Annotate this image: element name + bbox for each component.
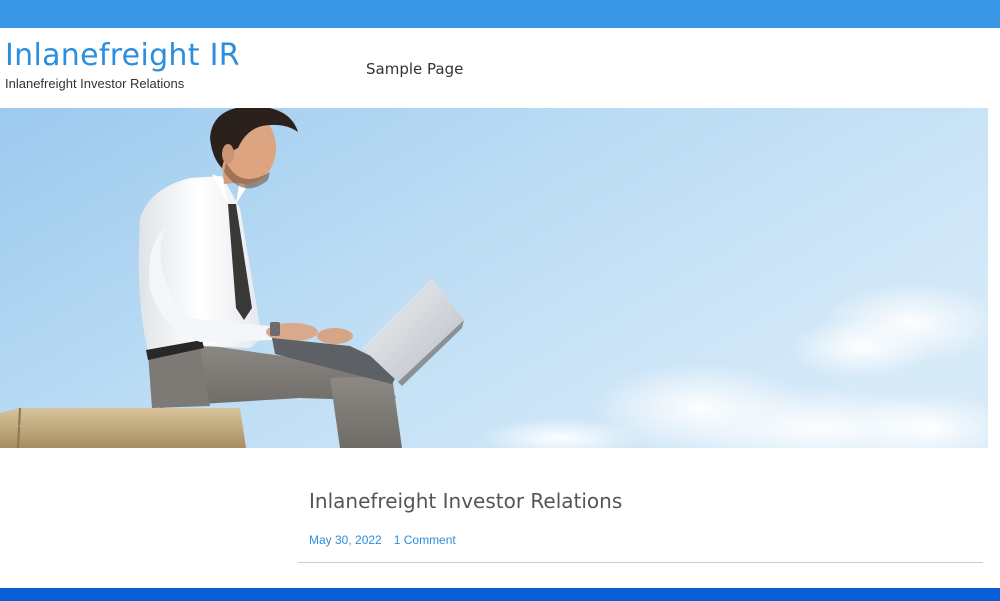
top-bar [0, 0, 1000, 28]
post-title: Inlanefreight Investor Relations [309, 489, 623, 513]
post: Inlanefreight Investor Relations May 30,… [298, 448, 983, 563]
site-tagline: Inlanefreight Investor Relations [5, 76, 185, 91]
post-date-link[interactable]: May 30, 2022 [309, 533, 382, 547]
site-header: Inlanefreight IR Inlanefreight Investor … [0, 28, 1000, 108]
bottom-bar [0, 588, 1000, 601]
primary-nav: Sample Page [366, 59, 463, 78]
hero-photo [0, 108, 988, 448]
hero-image [0, 108, 988, 448]
nav-item-sample-page[interactable]: Sample Page [366, 60, 463, 78]
post-meta: May 30, 2022 1 Comment [309, 533, 456, 547]
site-title[interactable]: Inlanefreight IR [5, 38, 240, 73]
post-comments-link[interactable]: 1 Comment [394, 533, 456, 547]
